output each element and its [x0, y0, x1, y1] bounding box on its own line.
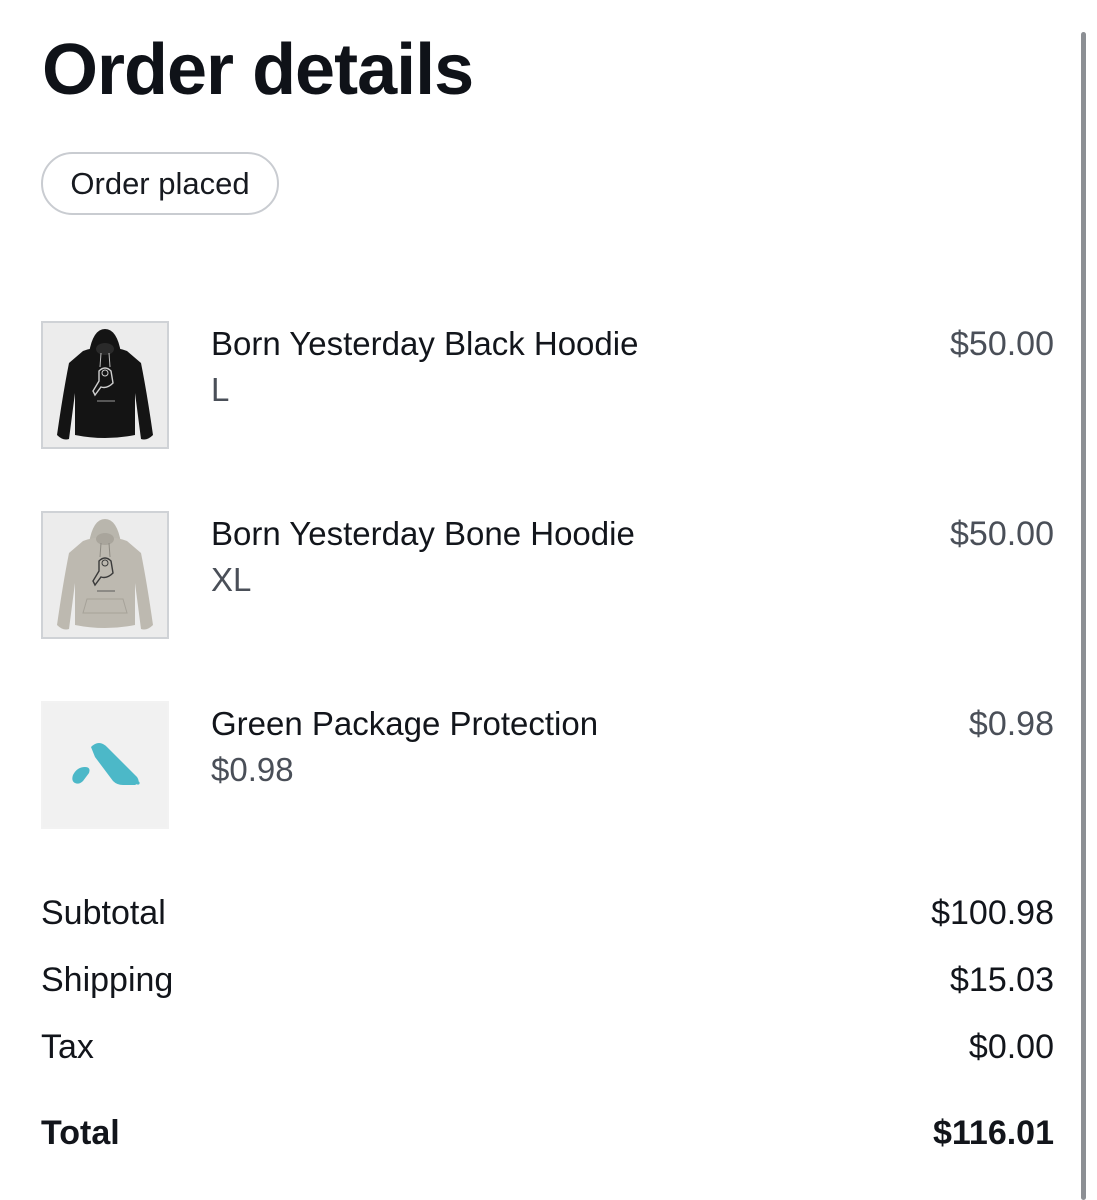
- item-price: $50.00: [950, 515, 1054, 553]
- order-item[interactable]: Green Package Protection $0.98 $0.98: [41, 701, 1054, 829]
- scrollbar[interactable]: [1081, 32, 1086, 1200]
- item-name: Born Yesterday Black Hoodie: [211, 325, 639, 362]
- item-variant: L: [211, 371, 230, 408]
- package-protection-logo: [41, 701, 169, 829]
- bone-hoodie-image: [41, 511, 169, 639]
- item-variant: $0.98: [211, 751, 294, 788]
- tax-value: $0.00: [968, 1028, 1054, 1066]
- tax-label: Tax: [41, 1028, 94, 1066]
- shipping-row: Shipping $15.03: [41, 961, 1054, 1000]
- order-status-badge: Order placed: [41, 152, 279, 215]
- total-label: Total: [41, 1114, 120, 1152]
- subtotal-row: Subtotal $100.98: [41, 894, 1054, 933]
- black-hoodie-image: [41, 321, 169, 449]
- subtotal-label: Subtotal: [41, 894, 166, 932]
- shipping-value: $15.03: [950, 961, 1054, 999]
- total-value: $116.01: [932, 1114, 1054, 1152]
- total-row: Total $116.01: [41, 1114, 1054, 1153]
- order-status-label: Order placed: [70, 165, 250, 201]
- item-name: Born Yesterday Bone Hoodie: [211, 515, 635, 552]
- item-name: Green Package Protection: [211, 705, 599, 742]
- shipping-label: Shipping: [41, 961, 174, 999]
- item-price: $50.00: [950, 325, 1054, 363]
- order-item[interactable]: Born Yesterday Black Hoodie L $50.00: [41, 321, 1054, 449]
- page-title: Order details: [42, 30, 474, 110]
- order-item[interactable]: Born Yesterday Bone Hoodie XL $50.00: [41, 511, 1054, 639]
- item-price: $0.98: [968, 705, 1054, 743]
- subtotal-value: $100.98: [931, 894, 1054, 932]
- item-variant: XL: [211, 561, 252, 598]
- tax-row: Tax $0.00: [41, 1028, 1054, 1067]
